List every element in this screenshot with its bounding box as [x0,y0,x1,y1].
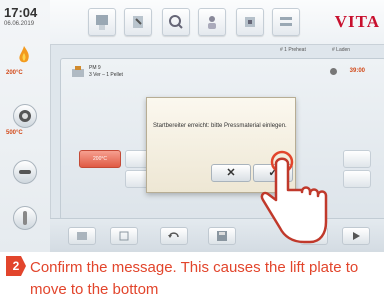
sidebar: 17:04 06.06.2019 200°C 500°C [0,0,51,252]
program-clock-value: 39:00 [349,68,365,74]
search-tool-button[interactable] [162,8,190,36]
side-button-2[interactable] [343,170,371,188]
muffle-icon[interactable] [13,104,37,128]
side-button-1[interactable] [343,150,371,168]
furnace-icon [96,15,108,30]
status-strip: # 1 Preheat # Laden [50,45,384,55]
magnifier-icon [169,15,183,29]
program-subtitle: 3 Ver – 1 Pellet [89,72,123,78]
copy-icon [119,231,129,241]
status-item-preheat: # 1 Preheat [280,47,306,53]
chart-button[interactable] [68,227,96,245]
program-icon [71,65,85,79]
step-number-badge: 2 [6,256,26,276]
settings-tool-button[interactable] [272,8,300,36]
furnace-screen: 17:04 06.06.2019 200°C 500°C VITA # 1 Pr… [0,0,384,252]
clock-time: 17:04 [4,5,38,20]
muffle-temp-value: 500°C [6,130,23,136]
status-item-laden: # Laden [332,47,351,53]
lift-icon[interactable] [13,160,37,184]
flame-icon [13,44,35,66]
brand-logo: VITA [334,12,380,31]
settings-icon [280,17,292,26]
program-name: PM 9 [89,65,101,71]
undo-icon [168,232,179,238]
dialog-message: Startbereiter erreicht: bitte Pressmater… [153,123,287,129]
copy-button[interactable] [110,227,138,245]
clock-date: 06.06.2019 [4,21,35,27]
edit-tool-button[interactable] [124,8,152,36]
user-tool-button[interactable] [198,8,226,36]
bottom-toolbar [50,218,384,252]
cancel-button[interactable]: ✕ [211,164,251,182]
box-icon [245,17,255,27]
person-icon [208,16,216,29]
storage-tool-button[interactable] [236,8,264,36]
instruction-caption: Confirm the message. This causes the lif… [30,259,359,298]
pointing-hand-icon [258,150,328,252]
power-icon[interactable] [13,206,37,230]
close-icon: ✕ [226,167,236,179]
play-icon [353,232,360,240]
program-tool-button[interactable] [88,8,116,36]
clock-icon [330,68,337,75]
start-button[interactable] [342,227,370,245]
program-title: PM 9 3 Ver – 1 Pellet [89,65,123,79]
save-button[interactable] [208,227,236,245]
tool-icon [133,16,143,28]
top-toolbar: VITA [50,0,384,45]
disk-icon [217,231,227,241]
temperature-button[interactable]: 200°C [79,150,121,168]
oven-temp-value: 200°C [6,70,23,76]
undo-button[interactable] [160,227,188,245]
chart-icon [77,232,87,240]
